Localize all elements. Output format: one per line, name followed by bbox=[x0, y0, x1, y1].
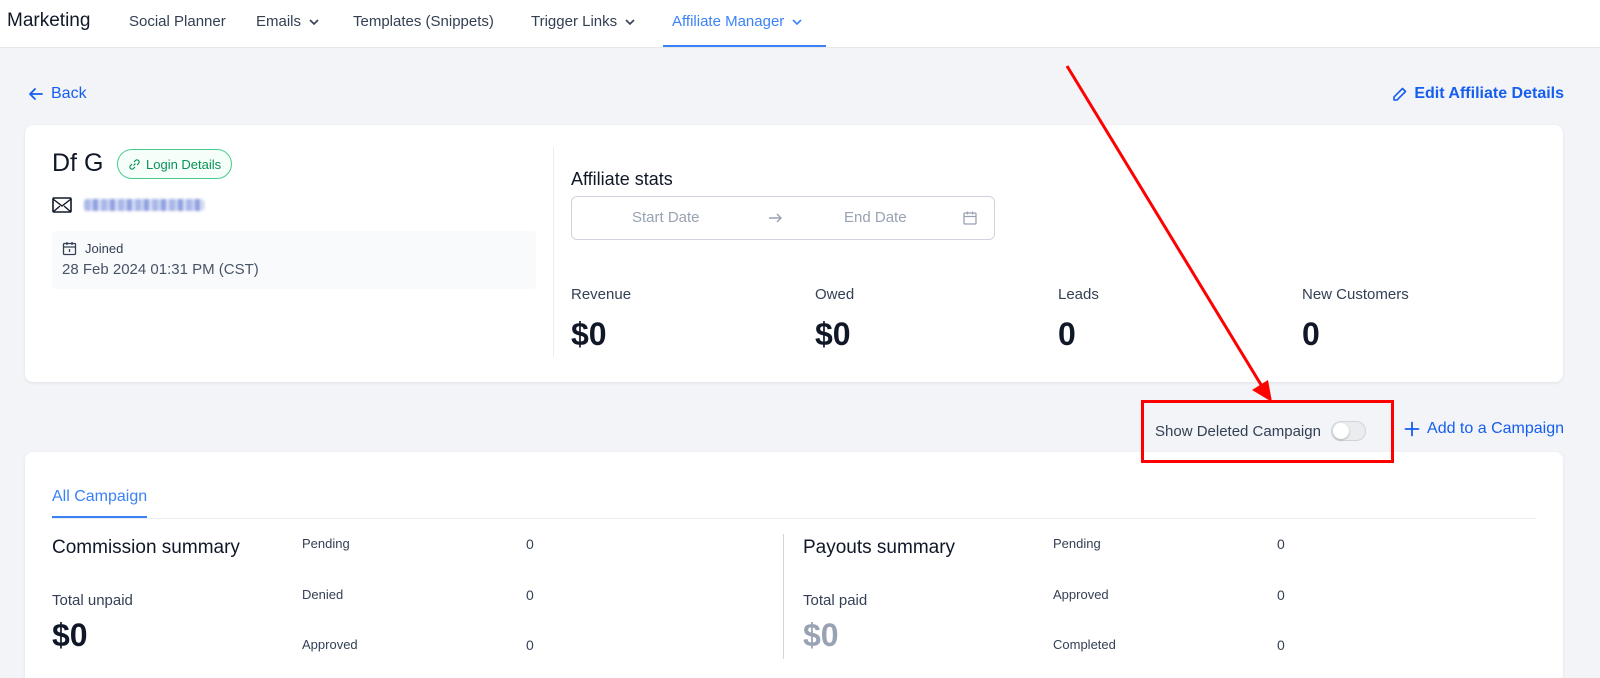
login-details-label: Login Details bbox=[146, 156, 222, 172]
link-icon bbox=[129, 158, 140, 170]
total-unpaid-label: Total unpaid bbox=[52, 592, 133, 609]
back-label: Back bbox=[51, 85, 87, 102]
stat-value: $0 bbox=[815, 316, 851, 352]
chevron-down-icon bbox=[792, 18, 802, 25]
payouts-approved-label: Approved bbox=[1053, 587, 1109, 602]
date-range-picker[interactable]: Start Date End Date bbox=[571, 196, 995, 240]
nav-affiliate-manager[interactable]: Affiliate Manager bbox=[672, 13, 804, 30]
total-paid-label: Total paid bbox=[803, 592, 868, 609]
total-paid-value: $0 bbox=[803, 617, 839, 653]
add-to-campaign-button[interactable]: Add to a Campaign bbox=[1404, 420, 1564, 438]
pencil-icon bbox=[1393, 87, 1407, 101]
joined-date: 28 Feb 2024 01:31 PM (CST) bbox=[62, 261, 259, 278]
top-navigation: Marketing Social Planner Emails Template… bbox=[0, 0, 1600, 48]
chevron-down-icon bbox=[625, 18, 635, 25]
payouts-completed-value: 0 bbox=[1277, 637, 1285, 653]
payouts-completed-label: Completed bbox=[1053, 637, 1116, 652]
tab-divider bbox=[52, 518, 1536, 519]
joined-label: Joined bbox=[62, 241, 123, 256]
stat-label: Leads bbox=[1058, 286, 1099, 303]
total-unpaid-value: $0 bbox=[52, 617, 88, 653]
stat-value: 0 bbox=[1302, 316, 1320, 352]
app-title: Marketing bbox=[7, 10, 91, 31]
stat-leads: Leads 0 bbox=[1058, 286, 1099, 353]
nav-label: Trigger Links bbox=[531, 13, 618, 30]
payouts-approved-value: 0 bbox=[1277, 587, 1285, 603]
summary-divider bbox=[783, 534, 784, 659]
commission-denied-value: 0 bbox=[526, 587, 534, 603]
payouts-pending-label: Pending bbox=[1053, 536, 1101, 551]
arrow-right-icon bbox=[769, 213, 782, 223]
commission-denied-label: Denied bbox=[302, 587, 344, 602]
login-details-badge[interactable]: Login Details bbox=[117, 149, 233, 179]
commission-pending-value: 0 bbox=[526, 536, 534, 552]
edit-label: Edit Affiliate Details bbox=[1414, 85, 1564, 102]
arrow-left-icon bbox=[29, 88, 43, 100]
stat-value: $0 bbox=[571, 316, 607, 352]
active-nav-indicator bbox=[663, 45, 826, 47]
mail-icon bbox=[52, 197, 72, 213]
add-to-campaign-label: Add to a Campaign bbox=[1427, 420, 1564, 437]
nav-templates-snippets[interactable]: Templates (Snippets) bbox=[353, 13, 494, 30]
stat-owed: Owed $0 bbox=[815, 286, 854, 353]
stat-revenue: Revenue $0 bbox=[571, 286, 631, 353]
nav-emails[interactable]: Emails bbox=[256, 13, 321, 30]
back-button[interactable]: Back bbox=[27, 85, 87, 103]
plus-icon bbox=[1404, 421, 1420, 437]
calendar-icon bbox=[62, 242, 77, 256]
nav-label: Emails bbox=[256, 13, 302, 30]
affiliate-card: Df G Login Details Joined 28 Feb 2024 01… bbox=[25, 125, 1563, 382]
email-row bbox=[52, 197, 204, 213]
card-divider bbox=[553, 147, 554, 357]
commission-approved-label: Approved bbox=[302, 637, 358, 652]
stat-value: 0 bbox=[1058, 316, 1076, 352]
joined-info: Joined 28 Feb 2024 01:31 PM (CST) bbox=[52, 231, 536, 289]
edit-affiliate-details-button[interactable]: Edit Affiliate Details bbox=[1391, 85, 1564, 103]
affiliate-stats-title: Affiliate stats bbox=[571, 169, 673, 189]
nav-social-planner[interactable]: Social Planner bbox=[129, 13, 226, 30]
start-date-input[interactable]: Start Date bbox=[632, 209, 700, 226]
payouts-summary-title: Payouts summary bbox=[803, 537, 956, 558]
calendar-icon bbox=[963, 211, 977, 225]
annotation-highlight-box bbox=[1141, 400, 1394, 463]
end-date-input[interactable]: End Date bbox=[844, 209, 907, 226]
affiliate-name: Df G bbox=[52, 149, 104, 177]
stat-label: Owed bbox=[815, 286, 855, 303]
redacted-email bbox=[84, 199, 204, 211]
nav-label: Affiliate Manager bbox=[672, 13, 785, 30]
nav-label: Social Planner bbox=[129, 13, 226, 30]
tab-all-campaign[interactable]: All Campaign bbox=[52, 488, 148, 518]
commission-approved-value: 0 bbox=[526, 637, 534, 653]
chevron-down-icon bbox=[309, 18, 319, 25]
nav-trigger-links[interactable]: Trigger Links bbox=[531, 13, 637, 30]
stat-new-customers: New Customers 0 bbox=[1302, 286, 1409, 353]
campaigns-card: All Campaign Commission summary Total un… bbox=[25, 452, 1563, 678]
payouts-pending-value: 0 bbox=[1277, 536, 1285, 552]
stat-label: Revenue bbox=[571, 286, 632, 303]
nav-label: Templates (Snippets) bbox=[353, 13, 494, 30]
joined-label-text: Joined bbox=[85, 241, 124, 256]
commission-pending-label: Pending bbox=[302, 536, 350, 551]
stat-label: New Customers bbox=[1302, 286, 1409, 303]
commission-summary-title: Commission summary bbox=[52, 537, 240, 558]
